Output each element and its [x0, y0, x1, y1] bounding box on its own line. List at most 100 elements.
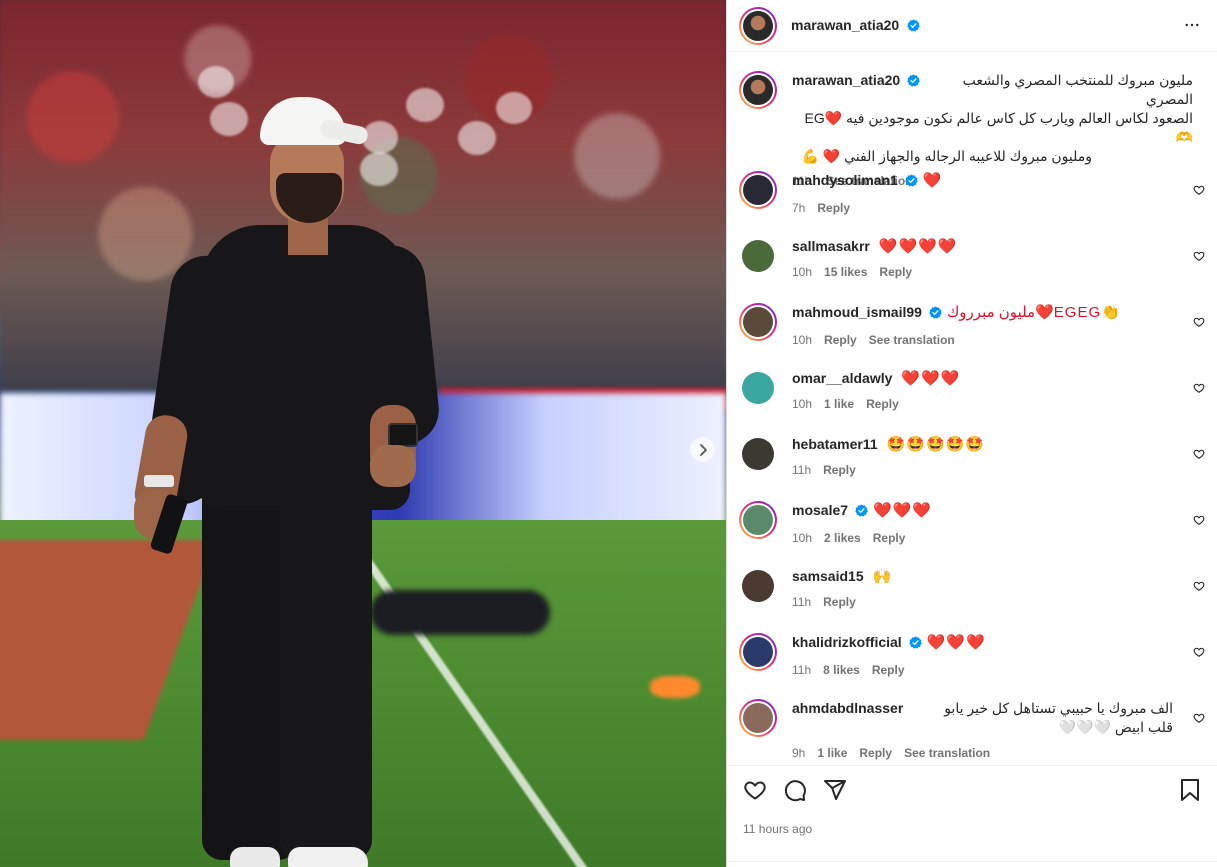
commenter-avatar[interactable]: [739, 501, 777, 539]
share-icon[interactable]: [823, 778, 847, 807]
comment-username[interactable]: ahmdabdlnasser: [792, 699, 903, 737]
commenter-avatar[interactable]: [742, 240, 774, 272]
post-photo[interactable]: [0, 0, 726, 867]
comment-username[interactable]: hebatamer11: [792, 436, 878, 452]
heart-icon[interactable]: [1193, 447, 1205, 465]
verified-badge-icon: [905, 173, 918, 192]
post-timestamp: 11 hours ago: [743, 822, 813, 836]
comments-list[interactable]: marawan_atia20 مليون مبروك للمنتخب المصر…: [727, 53, 1217, 765]
verified-badge-icon: [929, 305, 942, 324]
comment-text: ❤️❤️❤️: [901, 370, 961, 387]
reply-button[interactable]: Reply: [817, 201, 850, 215]
heart-icon[interactable]: [1193, 381, 1205, 399]
training-cone: [650, 676, 700, 698]
heart-icon[interactable]: [743, 778, 767, 807]
verified-badge-icon: [855, 503, 868, 522]
comment-row: mahdysoliman1 ❤️ 7h Reply: [727, 171, 1217, 235]
commenter-avatar[interactable]: [742, 372, 774, 404]
see-translation-button[interactable]: See translation: [869, 333, 955, 347]
heart-icon[interactable]: [1193, 249, 1205, 267]
light-bokeh: [198, 66, 234, 98]
see-translation-button[interactable]: See translation: [904, 746, 990, 760]
comment-likes[interactable]: 1 like: [824, 397, 854, 411]
verified-badge-icon: [908, 635, 922, 654]
caption-username[interactable]: marawan_atia20: [792, 72, 900, 88]
comment-time: 10h: [792, 265, 813, 279]
commenter-avatar[interactable]: [739, 303, 777, 341]
comment-text: الف مبروك يا حبيبي تستاهل كل خير يابو قل…: [944, 700, 1173, 735]
player-figure: [130, 95, 443, 867]
comment-row: khalidrizkofficial ❤️❤️❤️ 11h 8 likes Reply: [727, 633, 1217, 697]
heart-icon[interactable]: [1193, 645, 1205, 663]
comment-text: 🙌: [872, 568, 893, 585]
comment-row: ahmdabdlnasser الف مبروك يا حبيبي تستاهل …: [727, 699, 1217, 763]
comment-row: hebatamer11 🤩🤩🤩🤩🤩 11h Reply: [727, 435, 1217, 499]
commenter-avatar[interactable]: [742, 570, 774, 602]
comment-time: 10h: [792, 397, 813, 411]
chevron-right-icon[interactable]: [690, 437, 715, 462]
reply-button[interactable]: Reply: [873, 531, 906, 545]
comment-likes[interactable]: 2 likes: [824, 531, 861, 545]
comment-text: مليون مبرروك❤️EGEG👏: [946, 304, 1121, 321]
post-caption: marawan_atia20 مليون مبروك للمنتخب المصر…: [727, 71, 1217, 188]
post-sidebar: marawan_atia20 marawan_atia20 مليون مبرو…: [726, 0, 1217, 867]
comment-username[interactable]: mosale7: [792, 502, 848, 518]
author-username[interactable]: marawan_atia20: [791, 17, 899, 33]
comment-icon[interactable]: [783, 778, 807, 807]
light-bokeh: [458, 121, 496, 155]
comment-time: 11h: [792, 463, 812, 477]
comment-time: 9h: [792, 746, 806, 760]
heart-icon[interactable]: [1193, 315, 1205, 333]
author-name-row: marawan_atia20: [791, 17, 920, 37]
post-actions: 11 hours ago: [727, 765, 1217, 867]
comment-time: 10h: [792, 333, 813, 347]
reply-button[interactable]: Reply: [823, 463, 856, 477]
comment-text: ❤️❤️❤️❤️: [878, 238, 958, 255]
comment-time: 11h: [792, 663, 812, 677]
heart-icon[interactable]: [1193, 711, 1205, 729]
reply-button[interactable]: Reply: [824, 333, 857, 347]
comment-username[interactable]: samsaid15: [792, 568, 864, 584]
heart-icon[interactable]: [1193, 579, 1205, 597]
reply-button[interactable]: Reply: [859, 746, 892, 760]
bookmark-icon[interactable]: [1179, 778, 1201, 807]
comment-username[interactable]: omar__aldawly: [792, 370, 892, 386]
commenter-avatar[interactable]: [742, 438, 774, 470]
comment-text: ❤️: [922, 172, 943, 189]
reply-button[interactable]: Reply: [872, 663, 905, 677]
commenter-avatar[interactable]: [739, 699, 777, 737]
comment-likes[interactable]: 8 likes: [823, 663, 860, 677]
comment-row: omar__aldawly ❤️❤️❤️ 10h 1 like Reply: [727, 369, 1217, 433]
light-bokeh: [496, 92, 532, 124]
comment-likes[interactable]: 15 likes: [824, 265, 867, 279]
comment-username[interactable]: mahmoud_ismail99: [792, 304, 922, 320]
comment-row: mosale7 ❤️❤️❤️ 10h 2 likes Reply: [727, 501, 1217, 565]
author-avatar[interactable]: [739, 7, 777, 45]
comment-text: ❤️❤️❤️: [873, 502, 933, 519]
comment-text: 🤩🤩🤩🤩🤩: [886, 436, 985, 453]
comment-text: ❤️❤️❤️: [926, 634, 986, 651]
comment-username[interactable]: sallmasakrr: [792, 238, 870, 254]
caption-line-1: مليون مبروك للمنتخب المصري والشعب المصري: [962, 72, 1193, 107]
comment-likes[interactable]: 1 like: [817, 746, 847, 760]
add-comment-row[interactable]: [727, 861, 1217, 867]
commenter-avatar[interactable]: [739, 633, 777, 671]
caption-line-3: ومليون مبروك للاعيبه الرجاله والجهاز الف…: [801, 148, 1092, 164]
reply-button[interactable]: Reply: [879, 265, 912, 279]
heart-icon[interactable]: [1193, 513, 1205, 531]
caption-line-2: الصعود لكاس العالم ويارب كل كاس عالم نكو…: [804, 110, 1193, 145]
verified-badge-icon: [907, 73, 920, 92]
reply-button[interactable]: Reply: [823, 595, 856, 609]
comment-username[interactable]: mahdysoliman1: [792, 172, 898, 188]
heart-icon[interactable]: [1193, 183, 1205, 201]
comment-time: 7h: [792, 201, 806, 215]
post-header: marawan_atia20: [727, 0, 1217, 52]
author-avatar[interactable]: [739, 71, 777, 109]
comment-time: 10h: [792, 531, 813, 545]
comment-row: samsaid15 🙌 11h Reply: [727, 567, 1217, 631]
more-icon[interactable]: [1183, 16, 1201, 39]
commenter-avatar[interactable]: [739, 171, 777, 209]
reply-button[interactable]: Reply: [866, 397, 899, 411]
comment-username[interactable]: khalidrizkofficial: [792, 634, 902, 650]
comment-time: 11h: [792, 595, 812, 609]
